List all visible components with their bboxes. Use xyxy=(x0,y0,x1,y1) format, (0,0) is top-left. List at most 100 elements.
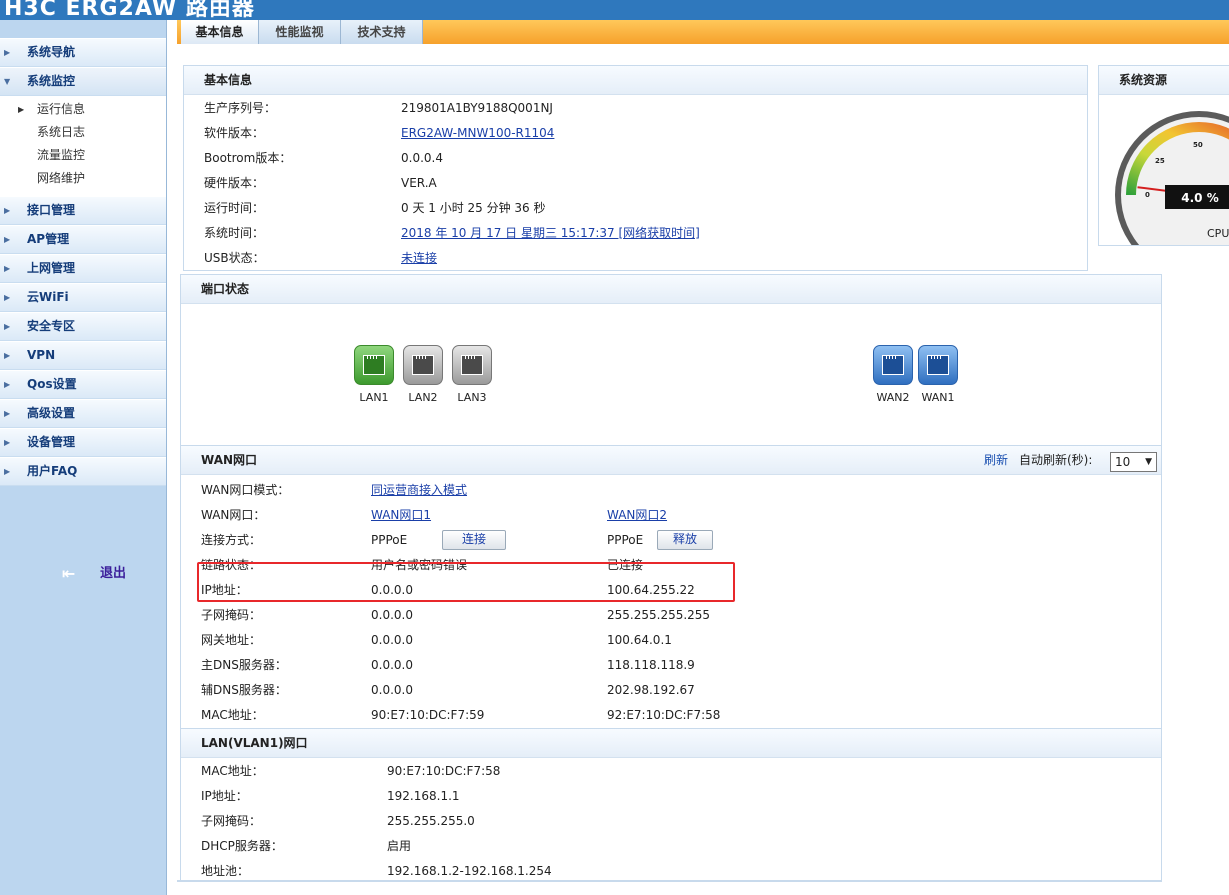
sidebar-item-7[interactable]: ▶ VPN xyxy=(0,341,166,370)
tab-performance[interactable]: 性能监视 xyxy=(259,20,341,44)
sidebar-subitem-2[interactable]: 流量监控 xyxy=(0,144,166,167)
sidebar-item-6[interactable]: ▶ 安全专区 xyxy=(0,312,166,341)
port-label: LAN3 xyxy=(457,391,487,404)
sidebar-item-label: 高级设置 xyxy=(27,406,76,420)
port-lan1: LAN1 xyxy=(354,345,394,404)
info-label: 生产序列号： xyxy=(204,101,277,115)
basic-info-title: 基本信息 xyxy=(184,66,1087,95)
sidebar-item-label: Qos设置 xyxy=(27,377,77,391)
sidebar-item-0[interactable]: ▶ 系统导航 xyxy=(0,38,166,67)
lan-row-label: DHCP服务器： xyxy=(201,839,283,853)
sidebar-item-label: 设备管理 xyxy=(27,435,76,449)
bottom-rule xyxy=(177,880,1161,882)
wan-mode-link[interactable]: 同运营商接入模式 xyxy=(371,479,467,501)
release-button[interactable]: 释放 xyxy=(657,530,713,550)
lan-row-value: 192.168.1.1 xyxy=(387,789,460,803)
sidebar-subitem-label: 网络维护 xyxy=(37,171,86,185)
info-value: 0.0.0.4 xyxy=(401,151,443,165)
tab-tech-support[interactable]: 技术支持 xyxy=(341,20,423,44)
sidebar-item-label: 安全专区 xyxy=(27,319,76,333)
sidebar-item-11[interactable]: ▶ 用户FAQ xyxy=(0,457,166,486)
chevron-right-icon: ▶ xyxy=(4,48,11,57)
chevron-right-icon: ▶ xyxy=(4,293,11,302)
wan2-value: 100.64.0.1 xyxy=(607,633,672,647)
sidebar-subitem-1[interactable]: 系统日志 xyxy=(0,121,166,144)
lan-row-value: 255.255.255.0 xyxy=(387,814,475,828)
info-value: 219801A1BY9188Q001NJ xyxy=(401,101,553,115)
ethernet-port-icon xyxy=(873,345,913,385)
sidebar-item-5[interactable]: ▶ 云WiFi xyxy=(0,283,166,312)
auto-refresh-value: 10 xyxy=(1115,455,1131,469)
info-label: USB状态： xyxy=(204,251,265,265)
wan-row-label: 辅DNS服务器： xyxy=(201,683,287,697)
ethernet-port-icon xyxy=(403,345,443,385)
tab-basic-info[interactable]: 基本信息 xyxy=(181,20,259,44)
info-value-link[interactable]: 未连接 xyxy=(401,247,437,269)
wan-row-label: 网关地址： xyxy=(201,633,262,647)
port-label: WAN1 xyxy=(921,391,955,404)
lan-panel: LAN(VLAN1)网口 MAC地址： 90:E7:10:DC:F7:58 IP地址… xyxy=(180,728,1162,882)
lan-row-value: 90:E7:10:DC:F7:58 xyxy=(387,764,501,778)
gauge-tick-0: 0 xyxy=(1145,191,1150,199)
sidebar-item-label: 用户FAQ xyxy=(27,464,78,478)
lan-row-label: 地址池： xyxy=(201,864,250,878)
sidebar-item-label: VPN xyxy=(27,348,56,362)
sidebar-item-9[interactable]: ▶ 高级设置 xyxy=(0,399,166,428)
wan1-value: 0.0.0.0 xyxy=(371,608,413,622)
sidebar-item-8[interactable]: ▶ Qos设置 xyxy=(0,370,166,399)
lan-row-label: 子网掩码： xyxy=(201,814,262,828)
sidebar-item-4[interactable]: ▶ 上网管理 xyxy=(0,254,166,283)
lan-row-label: IP地址： xyxy=(201,789,248,803)
sidebar-subitem-label: 系统日志 xyxy=(37,125,86,139)
wan2-value: 118.118.118.9 xyxy=(607,658,695,672)
gauge-tick-50: 50 xyxy=(1193,141,1203,149)
lan-title: LAN(VLAN1)网口 xyxy=(181,729,1161,758)
port-wan1: WAN1 xyxy=(918,345,958,404)
sidebar-subitem-label: 流量监控 xyxy=(37,148,86,162)
sidebar-item-label: 系统导航 xyxy=(27,45,76,59)
cpu-label: CPU xyxy=(1207,227,1229,240)
sidebar-item-2[interactable]: ▶ 接口管理 xyxy=(0,196,166,225)
wan2-value: 92:E7:10:DC:F7:58 xyxy=(607,708,721,722)
sidebar-subitem-3[interactable]: 网络维护 xyxy=(0,167,166,190)
wan-mode-label: WAN网口模式： xyxy=(201,483,290,497)
info-value: VER.A xyxy=(401,176,437,190)
sidebar-item-label: AP管理 xyxy=(27,232,70,246)
connect-button[interactable]: 连接 xyxy=(442,530,506,550)
chevron-right-icon: ▶ xyxy=(4,264,11,273)
wan1-conn-type: PPPoE xyxy=(371,533,408,547)
sidebar-item-3[interactable]: ▶ AP管理 xyxy=(0,225,166,254)
wan-row-label: 主DNS服务器： xyxy=(201,658,287,672)
info-value-link[interactable]: 2018 年 10 月 17 日 星期三 15:17:37 [网络获取时间] xyxy=(401,222,700,244)
wan-title: WAN网口 刷新 自动刷新(秒): xyxy=(181,446,1161,475)
sidebar-nav: ▶ 系统导航 ▼ 系统监控 ▶ 运行信息 系统日志 流量监控 网络维护 ▶ 接口管理 ▶ AP管理 ▶ 上网… xyxy=(0,38,166,486)
port-lan2: LAN2 xyxy=(403,345,443,404)
refresh-link[interactable]: 刷新 xyxy=(984,446,1008,474)
sidebar-subitem-label: 运行信息 xyxy=(37,102,86,116)
ethernet-port-icon xyxy=(918,345,958,385)
chevron-right-icon: ▶ xyxy=(4,409,11,418)
chevron-right-icon: ▶ xyxy=(4,206,11,215)
info-value-link[interactable]: ERG2AW-MNW100-R1104 xyxy=(401,122,554,144)
wan-row-label: 子网掩码： xyxy=(201,608,262,622)
wan-title-text: WAN网口 xyxy=(201,453,258,467)
system-resources-panel: 系统资源 0 25 50 75 4.0 % CPU xyxy=(1098,65,1229,246)
auto-refresh-select[interactable]: 10 ▼ xyxy=(1110,452,1157,472)
wan2-value: 255.255.255.255 xyxy=(607,608,711,622)
sidebar-item-1[interactable]: ▼ 系统监控 xyxy=(0,67,166,96)
sidebar-item-label: 接口管理 xyxy=(27,203,76,217)
sidebar-item-10[interactable]: ▶ 设备管理 xyxy=(0,428,166,457)
port-status-title: 端口状态 xyxy=(181,275,1161,304)
wan-port2-link[interactable]: WAN网口2 xyxy=(607,504,667,526)
chevron-right-icon: ▶ xyxy=(4,235,11,244)
wan2-conn-type: PPPoE xyxy=(607,533,644,547)
wan-port1-link[interactable]: WAN网口1 xyxy=(371,504,431,526)
wan-row-label: MAC地址： xyxy=(201,708,264,722)
logout-icon: ⇤ xyxy=(62,564,76,583)
auto-refresh-label: 自动刷新(秒): xyxy=(1019,453,1093,467)
port-status-panel: 端口状态 LAN1 LAN2 LAN3 WAN2 WAN1 xyxy=(180,274,1162,446)
wan1-value: 0.0.0.0 xyxy=(371,683,413,697)
lan-row-value: 192.168.1.2-192.168.1.254 xyxy=(387,864,552,878)
sidebar-subitem-0[interactable]: ▶ 运行信息 xyxy=(0,98,166,121)
info-label: Bootrom版本： xyxy=(204,151,292,165)
